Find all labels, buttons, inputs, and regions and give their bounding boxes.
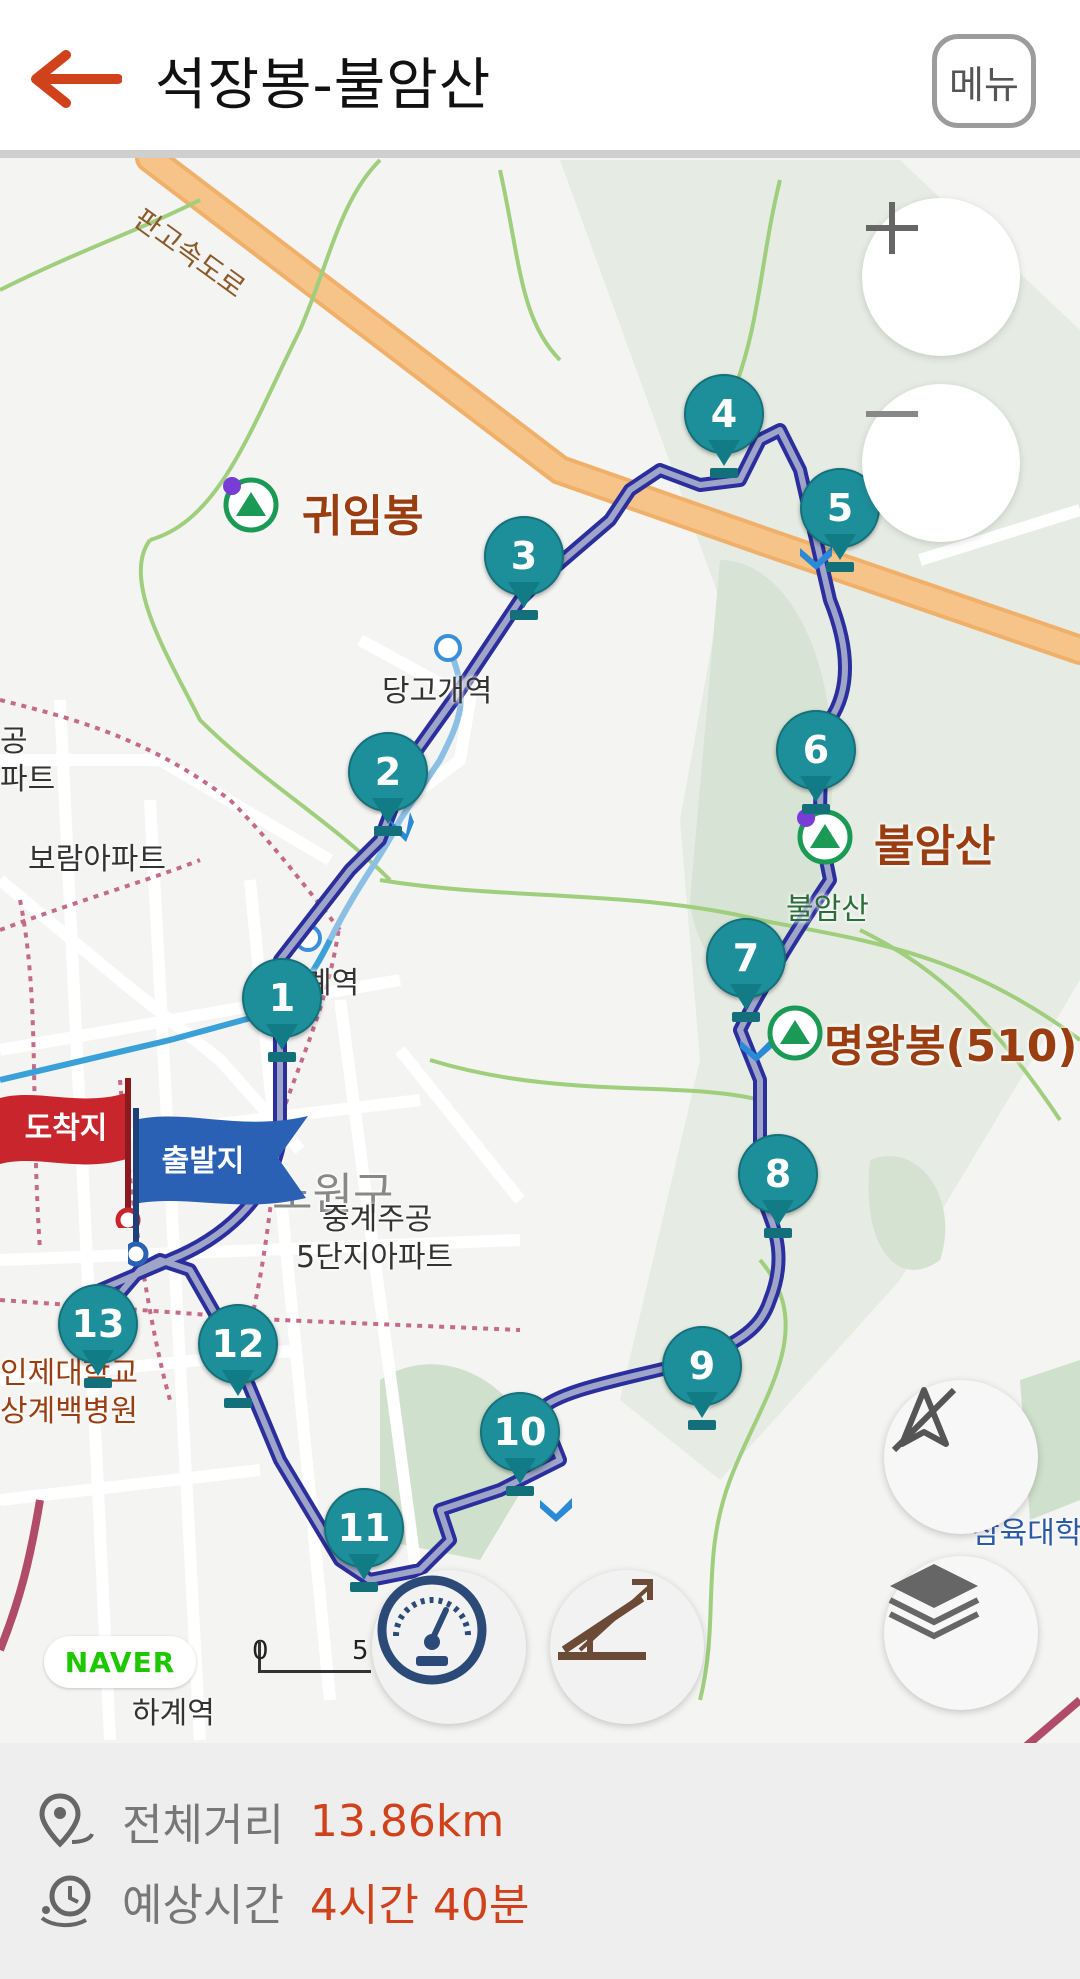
station-label-hagye: 하계역 [132,1696,215,1731]
waypoint-marker[interactable]: 13 [58,1284,138,1394]
waypoint-marker[interactable]: 9 [662,1326,742,1436]
peak-label-buramsan-small: 불암산 [786,892,869,927]
menu-button[interactable]: 메뉴 [932,34,1036,128]
route-info-panel: 전체거리 13.86km 예상시간 4시간 40분 [0,1743,1080,1979]
elevation-profile-icon [558,1579,653,1660]
clock-route-icon [40,1875,91,1927]
waypoint-marker[interactable]: 8 [738,1134,818,1244]
speedometer-icon [377,1575,487,1685]
speed-button[interactable] [372,1570,526,1724]
scale-label-0: 0 [252,1636,269,1666]
mountain-icon [223,477,279,533]
back-button[interactable] [26,42,126,116]
time-label: 예상시간 [122,1880,284,1931]
peak-label-guimbong: 귀임봉 [302,491,424,542]
naver-logo: NAVER [44,1636,196,1688]
waypoint-marker[interactable]: 3 [484,516,564,626]
scale-label-5: 5 [352,1636,369,1666]
compass-off-icon [891,1387,957,1453]
apt-label-left-2: 파트 [0,762,56,797]
distance-row: 전체거리 13.86km [36,1781,504,1861]
end-flag-label: 도착지 [24,1111,108,1146]
arrow-left-icon [31,50,122,108]
peak-label-myeongwangbong: 명왕봉(510) [824,1021,1078,1072]
zoom-in-button[interactable] [862,198,1020,356]
distance-label: 전체거리 [122,1800,284,1851]
elevation-button[interactable] [550,1570,704,1724]
layers-icon [888,1564,980,1640]
waypoint-marker[interactable]: 7 [706,918,786,1028]
zoom-out-button[interactable] [862,384,1020,542]
waypoint-marker[interactable]: 2 [348,732,428,842]
location-route-icon [39,1793,94,1848]
layers-button[interactable] [884,1556,1038,1710]
apt-label-boram: 보람아파트 [28,842,166,877]
compass-button[interactable] [884,1380,1038,1534]
time-value: 4시간 40분 [309,1880,530,1931]
station-label-danggogae: 당고개역 [382,674,493,709]
waypoint-marker[interactable]: 10 [480,1392,560,1502]
start-flag-label: 출발지 [161,1144,245,1179]
plus-icon [866,202,918,254]
peak-label-buramsan: 불암산 [874,821,996,872]
page-title: 석장봉-불암산 [155,53,492,118]
waypoint-marker[interactable]: 12 [198,1304,278,1414]
waypoint-marker[interactable]: 4 [684,374,764,484]
minus-icon [866,411,918,417]
distance-value: 13.86km [309,1795,505,1847]
apt-label-junggye-2: 5단지아파트 [296,1240,454,1275]
time-row: 예상시간 4시간 40분 [36,1861,529,1941]
app-header: 석장봉-불암산 메뉴 [0,0,1080,158]
map-view[interactable]: 판고속도로 귀임봉 불암산 불암산 명왕봉(510) 당고개역 보람아파트 공 … [0,158,1080,1743]
waypoint-marker[interactable]: 1 [242,958,322,1068]
waypoint-marker[interactable]: 6 [776,710,856,820]
